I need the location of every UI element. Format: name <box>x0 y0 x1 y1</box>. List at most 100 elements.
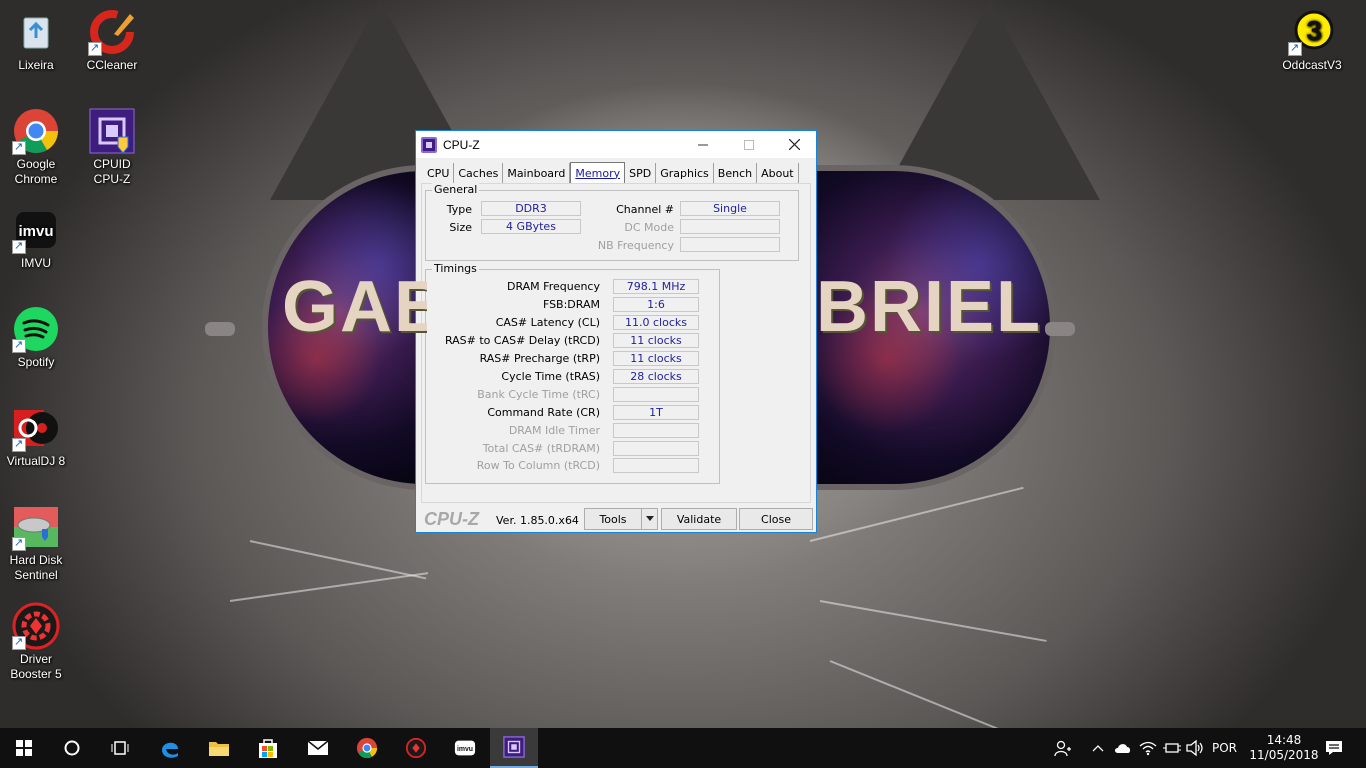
spotify-icon <box>12 305 60 353</box>
timing-value: 1:6 <box>613 297 699 312</box>
shortcut-arrow-icon <box>12 239 26 254</box>
taskbar-edge[interactable] <box>146 728 194 768</box>
edge-icon <box>162 742 178 758</box>
taskbar-imvu[interactable]: imvu <box>441 728 489 768</box>
task-view-button[interactable] <box>96 728 144 768</box>
close-button[interactable]: Close <box>739 508 813 530</box>
chrome-icon <box>356 737 378 759</box>
wifi-button[interactable] <box>1139 728 1157 768</box>
tools-button[interactable]: Tools <box>584 508 642 530</box>
power-plug-icon <box>1163 743 1181 753</box>
wallpaper-lens-right: BRIEL <box>816 165 1056 490</box>
tab-mainboard[interactable]: Mainboard <box>503 163 571 183</box>
tab-caches[interactable]: Caches <box>454 163 504 183</box>
desktop-icon-label: VirtualDJ 8 <box>6 454 66 468</box>
desktop-icon-ccleaner[interactable]: CCleaner <box>76 8 148 73</box>
timing-value: 11.0 clocks <box>613 315 699 330</box>
imvu-icon: imvu <box>12 206 60 254</box>
desktop-icon-label: CPUID <box>93 157 131 171</box>
desktop-icon-label: Google <box>16 157 56 171</box>
shortcut-arrow-icon <box>88 41 102 56</box>
timing-label: DRAM Idle Timer <box>508 424 600 437</box>
desktop-icon-cpuid-cpuz[interactable]: CPUID CPU-Z <box>76 107 148 187</box>
shortcut-arrow-icon <box>12 437 26 452</box>
taskbar-driver-booster[interactable] <box>392 728 440 768</box>
show-hidden-icons-button[interactable] <box>1092 728 1104 768</box>
tab-about[interactable]: About <box>757 163 799 183</box>
timing-label: Bank Cycle Time (tRC) <box>477 388 600 401</box>
tab-bench[interactable]: Bench <box>714 163 758 183</box>
timing-value: 1T <box>613 405 699 420</box>
mail-icon <box>307 740 329 755</box>
wallpaper-whisker <box>249 540 427 580</box>
timing-label: DRAM Frequency <box>506 280 600 293</box>
volume-button[interactable] <box>1186 728 1204 768</box>
tab-memory[interactable]: Memory <box>570 162 626 183</box>
timing-label: FSB:DRAM <box>542 298 600 311</box>
wallpaper-glasses-temple-right <box>1045 322 1075 336</box>
chevron-down-icon <box>645 516 654 521</box>
general-group: General Type DDR3 Size 4 GBytes Channel … <box>425 183 799 261</box>
nb-frequency-value <box>680 237 780 252</box>
desktop-icon-label: IMVU <box>21 256 51 270</box>
maximize-button[interactable] <box>726 131 772 158</box>
tab-graphics[interactable]: Graphics <box>656 163 714 183</box>
desktop-icon-label: Lixeira <box>18 58 54 72</box>
task-view-icon <box>111 741 129 755</box>
desktop-icon-imvu[interactable]: imvu IMVU <box>0 206 72 271</box>
virtualdj-icon <box>12 404 60 452</box>
clock-date: 11/05/2018 <box>1249 748 1319 762</box>
title-bar[interactable]: CPU-Z <box>416 131 816 158</box>
desktop-icon-spotify[interactable]: Spotify <box>0 305 72 370</box>
timing-value <box>613 423 699 438</box>
desktop-icon-virtualdj[interactable]: VirtualDJ 8 <box>0 404 72 469</box>
input-language-button[interactable]: POR <box>1212 728 1237 768</box>
type-label: Type <box>446 203 472 216</box>
clock-button[interactable]: 14:48 11/05/2018 <box>1247 728 1321 768</box>
action-center-button[interactable] <box>1325 728 1343 768</box>
start-button[interactable] <box>0 728 48 768</box>
validate-button[interactable]: Validate <box>661 508 737 530</box>
driver-booster-icon <box>12 602 60 650</box>
search-button[interactable] <box>48 728 96 768</box>
desktop-icon-driver-booster[interactable]: Driver Booster 5 <box>0 602 72 682</box>
desktop-icon-recycle-bin[interactable]: Lixeira <box>0 8 72 73</box>
timing-value: 28 clocks <box>613 369 699 384</box>
taskbar-store[interactable] <box>244 728 292 768</box>
window-title: CPU-Z <box>443 137 480 152</box>
channel-label: Channel # <box>616 203 674 216</box>
search-circle-icon <box>64 740 80 756</box>
size-label: Size <box>449 221 472 234</box>
chevron-up-icon <box>1092 745 1104 752</box>
timing-label: Command Rate (CR) <box>487 406 600 419</box>
tab-spd[interactable]: SPD <box>625 163 657 183</box>
shortcut-arrow-icon <box>1288 41 1302 56</box>
taskbar-chrome[interactable] <box>343 728 391 768</box>
people-button[interactable] <box>1054 728 1072 768</box>
tab-cpu[interactable]: CPU <box>423 163 455 183</box>
dc-mode-value <box>680 219 780 234</box>
timing-value <box>613 441 699 456</box>
taskbar: imvu POR 14:48 11/05/2018 <box>0 728 1366 768</box>
onedrive-button[interactable] <box>1114 728 1132 768</box>
desktop-icon-google-chrome[interactable]: Google Chrome <box>0 107 72 187</box>
power-button[interactable] <box>1163 728 1181 768</box>
taskbar-file-explorer[interactable] <box>195 728 243 768</box>
desktop-icon-oddcast[interactable]: 3 OddcastV3 <box>1276 8 1348 73</box>
cpuz-brand-logo: CPU-Z <box>424 509 479 529</box>
taskbar-mail[interactable] <box>294 728 342 768</box>
timing-label: CAS# Latency (CL) <box>495 316 600 329</box>
desktop-icon-label: OddcastV3 <box>1282 58 1342 72</box>
close-window-button[interactable] <box>771 131 817 158</box>
taskbar-cpuz[interactable] <box>490 728 538 768</box>
tools-dropdown-button[interactable] <box>641 508 658 530</box>
notification-icon <box>1326 741 1342 755</box>
file-explorer-icon <box>209 742 229 756</box>
window-footer: CPU-Z Ver. 1.85.0.x64 Tools Validate Clo… <box>416 506 816 532</box>
hard-disk-sentinel-icon <box>12 503 60 551</box>
tab-bar: CPU Caches Mainboard Memory SPD Graphics… <box>423 162 799 183</box>
desktop-icon-hard-disk-sentinel[interactable]: Hard Disk Sentinel <box>0 503 72 583</box>
oddcast-icon: 3 <box>1288 8 1336 56</box>
minimize-button[interactable] <box>680 131 726 158</box>
memory-panel: General Type DDR3 Size 4 GBytes Channel … <box>421 183 811 503</box>
